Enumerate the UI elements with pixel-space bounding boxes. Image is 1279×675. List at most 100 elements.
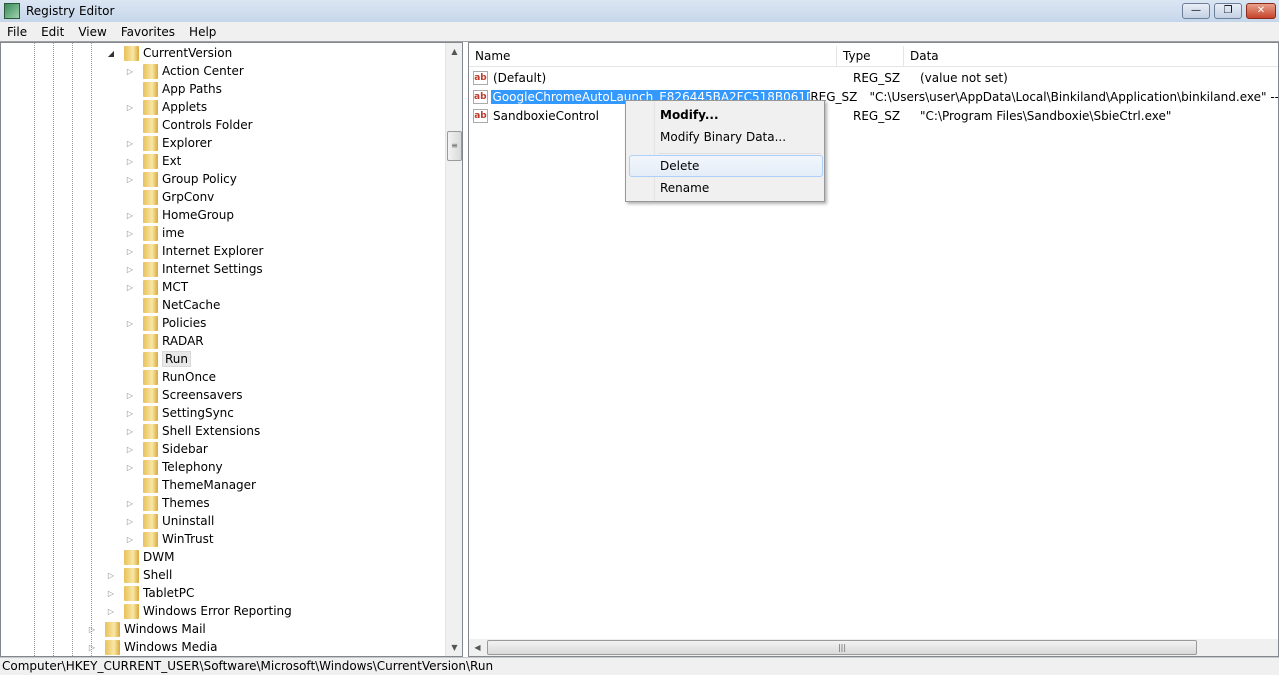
- tree-item[interactable]: Controls Folder: [125, 116, 253, 134]
- tree-item[interactable]: Run: [125, 350, 192, 368]
- menu-item-rename[interactable]: Rename: [629, 177, 823, 199]
- tree-item[interactable]: ▷ Applets: [125, 98, 207, 116]
- collapsed-arrow-icon[interactable]: ▷: [125, 445, 135, 454]
- tree-item-label: DWM: [143, 550, 175, 564]
- menu-favorites[interactable]: Favorites: [114, 25, 182, 39]
- tree-item[interactable]: ▷ Shell: [106, 566, 172, 584]
- menu-help[interactable]: Help: [182, 25, 223, 39]
- tree-item[interactable]: App Paths: [125, 80, 222, 98]
- collapsed-arrow-icon[interactable]: ▷: [125, 247, 135, 256]
- scroll-down-icon[interactable]: ▼: [446, 639, 462, 656]
- menu-edit[interactable]: Edit: [34, 25, 71, 39]
- value-data: "C:\Program Files\Sandboxie\SbieCtrl.exe…: [920, 109, 1172, 123]
- close-button[interactable]: ✕: [1246, 3, 1276, 19]
- tree-vertical-scrollbar[interactable]: ▲ ≡ ▼: [445, 43, 462, 656]
- tree-item[interactable]: ▷ Policies: [125, 314, 206, 332]
- folder-icon: [143, 387, 158, 403]
- menu-view[interactable]: View: [71, 25, 113, 39]
- folder-icon: [143, 171, 158, 187]
- collapsed-arrow-icon[interactable]: ▷: [125, 499, 135, 508]
- collapsed-arrow-icon[interactable]: ▷: [87, 625, 97, 634]
- tree-item[interactable]: ▷ SettingSync: [125, 404, 234, 422]
- tree-item-label: Policies: [162, 316, 207, 330]
- tree-item[interactable]: ▷ Group Policy: [125, 170, 237, 188]
- restore-button[interactable]: ❐: [1214, 3, 1242, 19]
- column-name[interactable]: Name: [469, 46, 837, 66]
- tree-item-label: Uninstall: [162, 514, 215, 528]
- collapsed-arrow-icon[interactable]: ▷: [125, 535, 135, 544]
- tree-item-label: Windows Mail: [124, 622, 206, 636]
- tree-item[interactable]: ▷ HomeGroup: [125, 206, 234, 224]
- collapsed-arrow-icon[interactable]: ▷: [106, 571, 116, 580]
- tree-item[interactable]: ▷ WinTrust: [125, 530, 214, 548]
- tree-item[interactable]: GrpConv: [125, 188, 214, 206]
- tree-item-label: HomeGroup: [162, 208, 234, 222]
- collapsed-arrow-icon[interactable]: ▷: [106, 589, 116, 598]
- collapsed-arrow-icon[interactable]: ▷: [125, 265, 135, 274]
- value-row[interactable]: ab SandboxieControl REG_SZ "C:\Program F…: [473, 107, 1278, 125]
- value-row[interactable]: ab (Default) REG_SZ (value not set): [473, 69, 1278, 87]
- tree-item[interactable]: NetCache: [125, 296, 220, 314]
- menu-item-modify-binary[interactable]: Modify Binary Data...: [629, 126, 823, 148]
- tree-item[interactable]: RADAR: [125, 332, 204, 350]
- collapsed-arrow-icon[interactable]: ▷: [125, 67, 135, 76]
- scroll-thumb[interactable]: ≡: [447, 131, 462, 161]
- tree-item-label: Action Center: [162, 64, 244, 78]
- collapsed-arrow-icon[interactable]: ▷: [125, 229, 135, 238]
- tree-item[interactable]: DWM: [106, 548, 174, 566]
- tree-item[interactable]: ▷ Windows Media: [87, 638, 217, 656]
- tree-item[interactable]: ThemeManager: [125, 476, 256, 494]
- collapsed-arrow-icon[interactable]: ▷: [106, 607, 116, 616]
- menu-item-modify[interactable]: Modify...: [629, 104, 823, 126]
- tree-item[interactable]: ▷ Action Center: [125, 62, 244, 80]
- collapsed-arrow-icon[interactable]: ▷: [125, 283, 135, 292]
- column-data[interactable]: Data: [904, 46, 1278, 66]
- tree-item-label: Sidebar: [162, 442, 208, 456]
- column-type[interactable]: Type: [837, 46, 904, 66]
- collapsed-arrow-icon[interactable]: ▷: [125, 463, 135, 472]
- collapsed-arrow-icon[interactable]: ▷: [125, 139, 135, 148]
- values-pane[interactable]: Name Type Data ab (Default) REG_SZ (valu…: [468, 42, 1279, 657]
- scroll-up-icon[interactable]: ▲: [446, 43, 462, 60]
- tree-item[interactable]: ▷ ime: [125, 224, 184, 242]
- tree-item[interactable]: RunOnce: [125, 368, 216, 386]
- minimize-button[interactable]: —: [1182, 3, 1210, 19]
- tree-item[interactable]: ▷ Uninstall: [125, 512, 214, 530]
- collapsed-arrow-icon[interactable]: ▷: [87, 643, 97, 652]
- tree-item[interactable]: ▷ Screensavers: [125, 386, 243, 404]
- tree-item[interactable]: ▷ Windows Error Reporting: [106, 602, 292, 620]
- collapsed-arrow-icon[interactable]: ▷: [125, 427, 135, 436]
- expanded-arrow-icon[interactable]: ◢: [106, 49, 116, 58]
- tree-item[interactable]: ▷ Internet Explorer: [125, 242, 263, 260]
- key-tree-pane[interactable]: ◢ CurrentVersion ▷ Action Center App Paths ▷ A…: [0, 42, 463, 657]
- folder-icon: [143, 423, 158, 439]
- tree-item[interactable]: ▷ Explorer: [125, 134, 212, 152]
- tree-line: [34, 43, 35, 656]
- collapsed-arrow-icon[interactable]: ▷: [125, 175, 135, 184]
- tree-item[interactable]: ◢ CurrentVersion: [106, 44, 232, 62]
- tree-item[interactable]: ▷ MCT: [125, 278, 188, 296]
- tree-item[interactable]: ▷ Ext: [125, 152, 181, 170]
- tree-item[interactable]: ▷ Windows Mail: [87, 620, 206, 638]
- scroll-thumb[interactable]: |||: [487, 640, 1197, 655]
- collapsed-arrow-icon[interactable]: ▷: [125, 409, 135, 418]
- value-row[interactable]: ab GoogleChromeAutoLaunch_E826445BA2FC51…: [473, 88, 1278, 106]
- collapsed-arrow-icon[interactable]: ▷: [125, 517, 135, 526]
- tree-item[interactable]: ▷ TabletPC: [106, 584, 194, 602]
- values-horizontal-scrollbar[interactable]: ◀ |||: [469, 639, 1278, 656]
- tree-item[interactable]: ▷ Internet Settings: [125, 260, 263, 278]
- collapsed-arrow-icon[interactable]: ▷: [125, 391, 135, 400]
- tree-item[interactable]: ▷ Telephony: [125, 458, 223, 476]
- tree-item[interactable]: ▷ Sidebar: [125, 440, 208, 458]
- tree-item[interactable]: ▷ Shell Extensions: [125, 422, 260, 440]
- collapsed-arrow-icon[interactable]: ▷: [125, 103, 135, 112]
- menu-file[interactable]: File: [0, 25, 34, 39]
- menu-item-delete[interactable]: Delete: [629, 155, 823, 177]
- collapsed-arrow-icon[interactable]: ▷: [125, 319, 135, 328]
- scroll-left-icon[interactable]: ◀: [469, 639, 486, 656]
- folder-icon: [143, 99, 158, 115]
- collapsed-arrow-icon[interactable]: ▷: [125, 211, 135, 220]
- collapsed-arrow-icon[interactable]: ▷: [125, 157, 135, 166]
- tree-item[interactable]: ▷ Themes: [125, 494, 210, 512]
- regedit-app-icon: [4, 3, 20, 19]
